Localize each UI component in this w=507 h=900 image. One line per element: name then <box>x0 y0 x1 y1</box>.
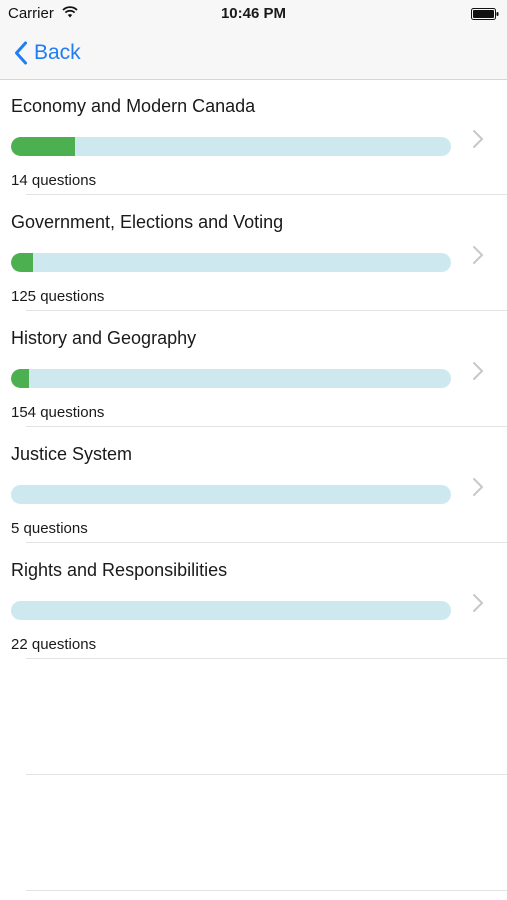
row-separator <box>26 658 507 659</box>
category-row[interactable]: Government, Elections and Voting 125 que… <box>0 195 507 311</box>
empty-row-separator <box>26 774 507 775</box>
question-count: 125 questions <box>11 288 105 305</box>
progress-bar <box>11 137 451 156</box>
category-row[interactable]: Economy and Modern Canada 14 questions <box>0 79 507 195</box>
back-button[interactable]: Back <box>14 38 81 68</box>
progress-fill <box>11 137 75 156</box>
progress-bar <box>11 601 451 620</box>
chevron-right-icon <box>473 130 483 148</box>
chevron-right-icon <box>473 478 483 496</box>
category-title: Justice System <box>11 444 133 464</box>
chevron-right-icon <box>473 362 483 380</box>
category-row[interactable]: Justice System 5 questions <box>0 427 507 543</box>
clock-time: 10:46 PM <box>220 5 287 22</box>
category-row[interactable]: History and Geography 154 questions <box>0 311 507 427</box>
category-title: Government, Elections and Voting <box>11 212 284 232</box>
progress-bar <box>11 485 451 504</box>
progress-fill <box>11 253 33 272</box>
category-row[interactable]: Rights and Responsibilities 22 questions <box>0 543 507 659</box>
question-count: 22 questions <box>11 636 97 653</box>
status-bar: Carrier 10:46 PM <box>0 0 507 28</box>
navigation-bar: Back <box>0 28 507 80</box>
progress-fill <box>11 369 29 388</box>
question-count: 5 questions <box>11 520 88 537</box>
chevron-right-icon <box>473 246 483 264</box>
question-count: 154 questions <box>11 404 105 421</box>
category-title: History and Geography <box>11 328 197 348</box>
category-title: Rights and Responsibilities <box>11 560 228 580</box>
chevron-right-icon <box>473 594 483 612</box>
back-button-label: Back <box>34 41 81 64</box>
empty-row-separator <box>26 890 507 891</box>
progress-bar <box>11 253 451 272</box>
progress-bar <box>11 369 451 388</box>
question-count: 14 questions <box>11 172 97 189</box>
category-title: Economy and Modern Canada <box>11 96 256 116</box>
chevron-left-icon <box>15 41 27 65</box>
battery-icon <box>471 8 499 20</box>
category-list: Economy and Modern Canada 14 questions G… <box>0 79 507 891</box>
